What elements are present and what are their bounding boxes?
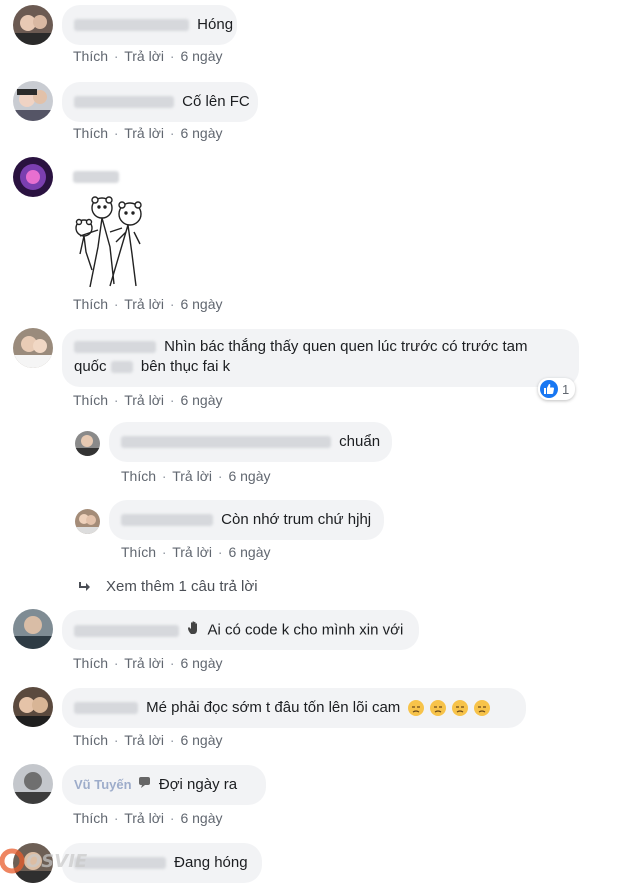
timestamp[interactable]: 6 ngày <box>228 468 270 484</box>
see-more-replies-link[interactable]: Xem thêm 1 câu trả lời <box>78 578 258 595</box>
comment-bubble: Vũ Tuyến Đợi ngày ra <box>62 765 266 805</box>
like-reaction-icon <box>540 380 558 398</box>
reaction-count[interactable]: 1 <box>538 378 576 400</box>
avatar[interactable] <box>75 431 100 456</box>
blurred-name <box>74 96 174 109</box>
timestamp[interactable]: 6 ngày <box>180 810 222 826</box>
comment-actions: Thích · Trả lời · 6 ngày <box>73 732 223 748</box>
comment-text-line2: bên thục fai k <box>140 358 231 375</box>
comment-actions: Thích · Trả lời · 6 ngày <box>73 392 223 408</box>
reply-actions: Thích · Trả lời · 6 ngày <box>121 468 271 484</box>
blurred-name <box>74 624 179 637</box>
comment-actions: Thích · Trả lời · 6 ngày <box>73 655 223 671</box>
comment-text-line1: Nhìn bác thắng thấy quen quen lúc trước … <box>164 338 528 355</box>
avatar[interactable] <box>13 609 53 649</box>
comment-bubble: Cố lên FC <box>62 82 258 122</box>
comment-bubble: Hóng <box>62 5 237 45</box>
comment-actions: Thích · Trả lời · 6 ngày <box>73 125 223 141</box>
chat-emoji-icon <box>138 775 153 795</box>
comment-text: Mé phải đọc sớm t đâu tốn lên lõi cam <box>146 699 401 716</box>
timestamp[interactable]: 6 ngày <box>180 296 222 312</box>
comment-text: Hóng <box>197 16 234 33</box>
like-link[interactable]: Thích <box>121 468 156 484</box>
blurred-name <box>121 514 213 527</box>
reply-text: chuẩn <box>339 433 381 450</box>
comment-actions: Thích · Trả lời · 6 ngày <box>73 48 223 64</box>
comment-actions: Thích · Trả lời · 6 ngày <box>73 810 223 826</box>
reply-link[interactable]: Trả lời <box>124 392 164 408</box>
blurred-name <box>121 436 331 449</box>
avatar[interactable] <box>75 509 100 534</box>
reply-link[interactable]: Trả lời <box>124 296 164 312</box>
reply-actions: Thích · Trả lời · 6 ngày <box>121 544 271 560</box>
timestamp[interactable]: 6 ngày <box>228 544 270 560</box>
avatar[interactable] <box>13 157 53 197</box>
timestamp[interactable]: 6 ngày <box>180 655 222 671</box>
avatar[interactable] <box>13 328 53 368</box>
timestamp[interactable]: 6 ngày <box>180 732 222 748</box>
like-link[interactable]: Thích <box>73 48 108 64</box>
reply-arrow-icon <box>79 582 90 592</box>
comment-text-prefix: quốc <box>74 358 107 375</box>
like-link[interactable]: Thích <box>73 655 108 671</box>
reply-bubble: chuẩn <box>109 422 392 462</box>
site-watermark-logo: OSVIE <box>0 837 110 880</box>
blurred-name <box>74 341 156 354</box>
svg-text:OSVIE: OSVIE <box>26 851 88 872</box>
like-link[interactable]: Thích <box>121 544 156 560</box>
like-link[interactable]: Thích <box>73 392 108 408</box>
comment-bubble: Ai có code k cho mình xin với <box>62 610 419 650</box>
avatar[interactable] <box>13 5 53 45</box>
blurred-name <box>74 702 138 715</box>
blurred-name <box>74 19 189 32</box>
like-link[interactable]: Thích <box>73 125 108 141</box>
comment-bubble: Mé phải đọc sớm t đâu tốn lên lõi cam <box>62 688 526 728</box>
timestamp[interactable]: 6 ngày <box>180 392 222 408</box>
reply-link[interactable]: Trả lời <box>124 125 164 141</box>
comment-text: Đang hóng <box>174 854 248 871</box>
timestamp[interactable]: 6 ngày <box>180 48 222 64</box>
avatar[interactable] <box>13 764 53 804</box>
disappointed-emoji-icons <box>404 699 493 717</box>
reply-link[interactable]: Trả lời <box>124 48 164 64</box>
like-link[interactable]: Thích <box>73 296 108 312</box>
reply-text: Còn nhớ trum chứ hjhj <box>221 511 372 528</box>
comment-bubble: Nhìn bác thắng thấy quen quen lúc trước … <box>62 329 579 387</box>
reply-link[interactable]: Trả lời <box>172 544 212 560</box>
reply-bubble: Còn nhớ trum chứ hjhj <box>109 500 384 540</box>
like-link[interactable]: Thích <box>73 732 108 748</box>
bear-sticker[interactable] <box>70 192 150 292</box>
comment-text: Cố lên FC <box>182 93 250 110</box>
comment-actions: Thích · Trả lời · 6 ngày <box>73 296 223 312</box>
reply-link[interactable]: Trả lời <box>124 655 164 671</box>
blurred-word <box>110 361 133 374</box>
blurred-name <box>73 171 119 183</box>
avatar[interactable] <box>13 687 53 727</box>
avatar[interactable] <box>13 81 53 121</box>
reply-link[interactable]: Trả lời <box>124 810 164 826</box>
comment-text: Đợi ngày ra <box>158 776 238 793</box>
like-link[interactable]: Thích <box>73 810 108 826</box>
comment-text: Ai có code k cho mình xin với <box>207 621 404 639</box>
timestamp[interactable]: 6 ngày <box>180 125 222 141</box>
hand-emoji-icon <box>187 620 202 641</box>
commenter-name[interactable]: Vũ Tuyến <box>74 777 132 792</box>
reply-link[interactable]: Trả lời <box>172 468 212 484</box>
reply-link[interactable]: Trả lời <box>124 732 164 748</box>
